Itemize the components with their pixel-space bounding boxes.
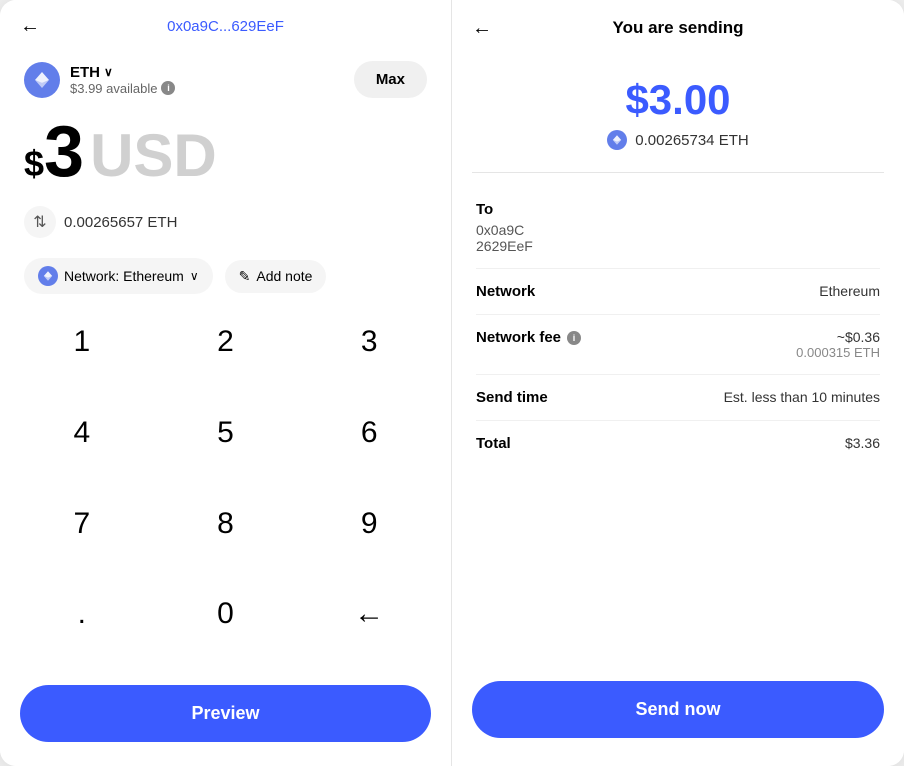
numpad: 1 2 3 4 5 6 7 8 9 . 0 ← [0,310,451,673]
left-header: ← 0x0a9C...629EeF [0,0,451,53]
preview-btn-wrapper: Preview [0,673,451,766]
wallet-address[interactable]: 0x0a9C...629EeF [167,18,284,35]
sending-eth-amount: 0.00265734 ETH [635,132,748,149]
network-row-value: Ethereum [819,283,880,299]
token-available: $3.99 available i [70,81,175,96]
amount-currency: USD [90,121,217,190]
token-text: ETH ∨ $3.99 available i [70,64,175,96]
network-chevron: ∨ [190,269,199,283]
left-panel: ← 0x0a9C...629EeF ETH ∨ $3.99 av [0,0,452,766]
key-backspace[interactable]: ← [297,582,441,646]
eth-amount: 0.00265657 ETH [64,214,177,231]
pencil-icon: ✎ [239,268,251,285]
total-row: Total $3.36 [476,421,880,466]
key-4[interactable]: 4 [10,401,154,465]
detail-rows: To 0x0a9C 2629EeF Network Ethereum Netwo… [452,187,904,466]
left-back-button[interactable]: ← [20,15,40,38]
options-row: Network: Ethereum ∨ ✎ Add note [0,246,451,306]
key-1[interactable]: 1 [10,310,154,374]
right-panel: ← You are sending $3.00 0.00265734 ETH T… [452,0,904,766]
total-label: Total [476,435,511,452]
key-9[interactable]: 9 [297,492,441,556]
dollar-sign: $ [24,143,44,185]
to-address-line2: 2629EeF [476,238,880,254]
key-dot[interactable]: . [10,582,154,646]
sending-amount: $3.00 0.00265734 ETH [452,56,904,158]
amount-number: 3 [44,116,84,188]
sending-eth-icon [607,130,627,150]
amount-display: $ 3 USD [0,106,451,194]
fee-label: Network fee i [476,329,581,346]
dropdown-chevron: ∨ [104,65,113,79]
sending-eth-row: 0.00265734 ETH [472,130,884,150]
fee-row: Network fee i ~$0.36 0.000315 ETH [476,315,880,375]
divider [472,172,884,173]
token-name[interactable]: ETH ∨ [70,64,175,81]
fee-info-icon[interactable]: i [567,331,581,345]
network-row: Network Ethereum [476,269,880,315]
send-now-button[interactable]: Send now [472,681,884,738]
key-0[interactable]: 0 [154,582,298,646]
max-button[interactable]: Max [354,61,427,98]
preview-button[interactable]: Preview [20,685,431,742]
add-note-button[interactable]: ✎ Add note [225,260,327,293]
send-time-label: Send time [476,389,548,406]
key-7[interactable]: 7 [10,492,154,556]
network-row-label: Network [476,283,535,300]
fee-eth: 0.000315 ETH [796,345,880,360]
send-time-value: Est. less than 10 minutes [724,389,880,405]
send-now-wrapper: Send now [452,665,904,766]
key-8[interactable]: 8 [154,492,298,556]
eth-icon [24,62,60,98]
to-label: To [476,201,880,218]
key-6[interactable]: 6 [297,401,441,465]
to-address-line1: 0x0a9C [476,222,880,238]
key-3[interactable]: 3 [297,310,441,374]
send-time-row: Send time Est. less than 10 minutes [476,375,880,421]
token-row: ETH ∨ $3.99 available i Max [0,53,451,106]
info-icon[interactable]: i [161,81,175,95]
sending-usd-amount: $3.00 [472,76,884,124]
swap-icon[interactable]: ⇅ [24,206,56,238]
key-5[interactable]: 5 [154,401,298,465]
network-button[interactable]: Network: Ethereum ∨ [24,258,213,294]
fee-value: ~$0.36 0.000315 ETH [796,329,880,360]
right-title: You are sending [613,18,744,38]
network-eth-icon [38,266,58,286]
key-2[interactable]: 2 [154,310,298,374]
eth-equivalent-row: ⇅ 0.00265657 ETH [0,198,451,246]
right-header: ← You are sending [452,0,904,56]
network-label: Network: Ethereum [64,268,184,284]
to-section: To 0x0a9C 2629EeF [476,187,880,269]
token-info: ETH ∨ $3.99 available i [24,62,175,98]
right-back-button[interactable]: ← [472,17,492,40]
fee-usd: ~$0.36 [837,329,880,345]
total-value: $3.36 [845,435,880,451]
add-note-label: Add note [256,268,312,284]
